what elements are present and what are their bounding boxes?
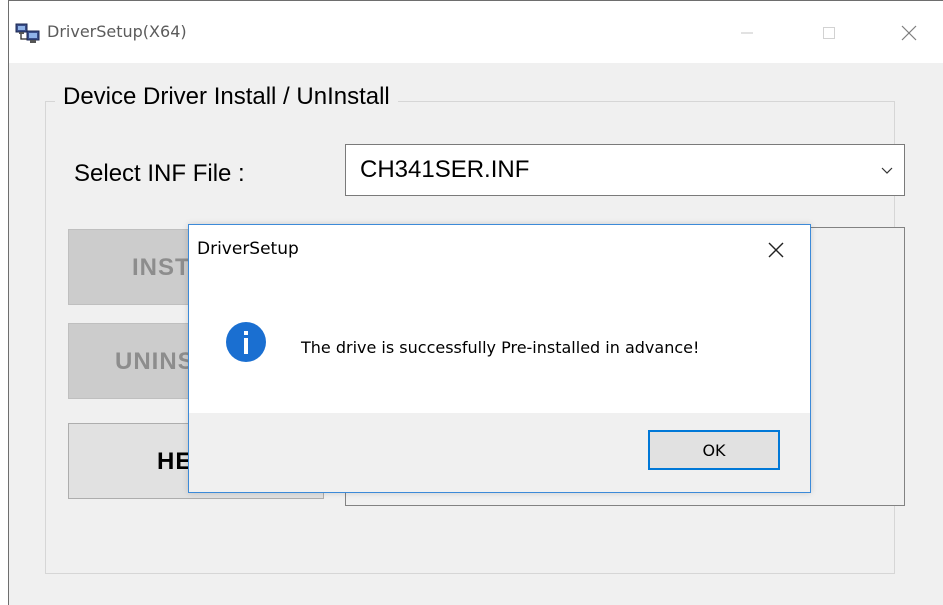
dialog-title: DriverSetup (197, 239, 299, 259)
ok-button-label: OK (702, 440, 726, 460)
success-dialog: DriverSetup The drive is successfully Pr… (188, 224, 811, 493)
minimize-icon (741, 32, 753, 34)
inf-file-select[interactable]: CH341SER.INF (345, 144, 905, 196)
minimize-button[interactable] (727, 15, 767, 51)
inf-file-value: CH341SER.INF (360, 156, 530, 183)
dialog-close-button[interactable] (763, 237, 789, 263)
chevron-down-icon (881, 167, 893, 174)
close-icon (768, 242, 784, 258)
ok-button[interactable]: OK (648, 430, 780, 470)
close-button[interactable] (889, 15, 929, 51)
maximize-icon (823, 27, 835, 39)
dialog-footer: OK (189, 413, 810, 492)
window-title: DriverSetup(X64) (47, 22, 187, 41)
inf-file-label: Select INF File : (74, 160, 245, 187)
title-bar[interactable]: DriverSetup(X64) (9, 1, 943, 63)
info-icon (226, 322, 266, 362)
driver-setup-window: DriverSetup(X64) Device Driver Install /… (8, 0, 943, 605)
computer-network-icon (15, 23, 40, 43)
maximize-button[interactable] (809, 15, 849, 51)
groupbox-title: Device Driver Install / UnInstall (55, 83, 398, 111)
close-icon (901, 25, 917, 41)
dialog-message: The drive is successfully Pre-installed … (301, 338, 700, 357)
